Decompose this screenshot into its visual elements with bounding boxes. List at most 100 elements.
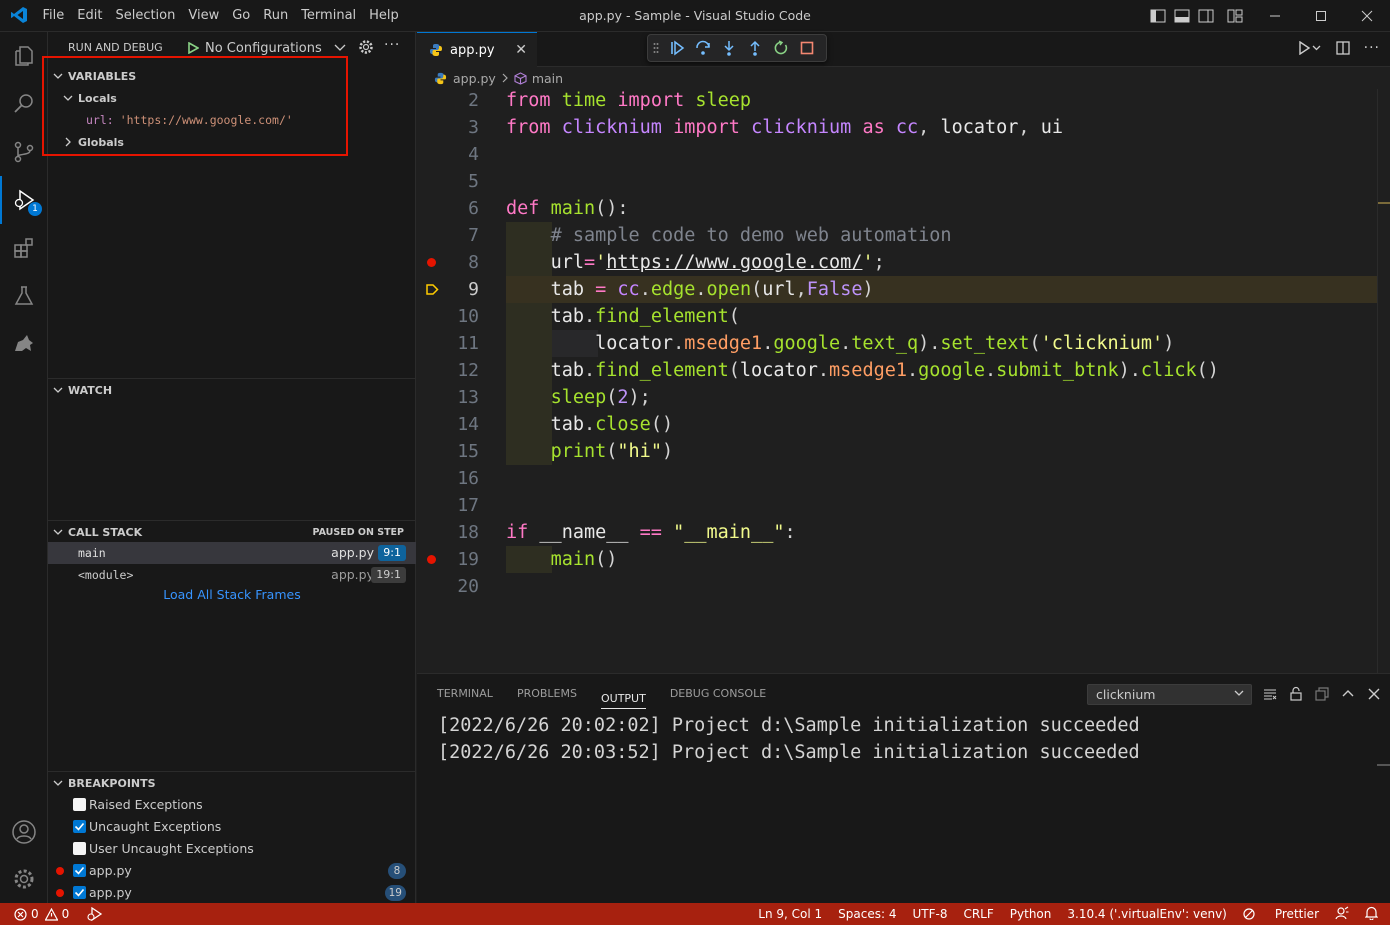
- close-panel-icon[interactable]: [1367, 687, 1381, 701]
- watch-section-header[interactable]: WATCH: [48, 379, 416, 401]
- menu-selection[interactable]: Selection: [109, 0, 182, 32]
- toggle-primary-sidebar-icon[interactable]: [1146, 0, 1170, 32]
- step-over-icon[interactable]: [690, 35, 716, 61]
- error-icon[interactable]: [14, 907, 27, 921]
- code-line: 16: [417, 465, 1377, 492]
- breadcrumb-file[interactable]: app.py: [453, 71, 496, 86]
- stack-frame[interactable]: <module> app.py 19:1: [48, 564, 416, 586]
- maximize-icon[interactable]: [1298, 0, 1344, 32]
- editor-scrollbar[interactable]: [1377, 89, 1390, 673]
- search-icon[interactable]: [0, 80, 48, 128]
- tab-terminal[interactable]: TERMINAL: [437, 674, 493, 714]
- lock-scroll-icon[interactable]: [1289, 686, 1303, 701]
- maximize-panel-icon[interactable]: [1341, 687, 1355, 701]
- code-line: 2 from time import sleep: [417, 89, 1377, 114]
- step-out-icon[interactable]: [742, 35, 768, 61]
- extensions-icon[interactable]: [0, 224, 48, 272]
- debug-badge: 1: [28, 202, 42, 216]
- menu-view[interactable]: View: [182, 0, 226, 32]
- code-line: 8 url='https://www.google.com/';: [417, 249, 1377, 276]
- customize-layout-icon[interactable]: [1218, 0, 1252, 32]
- menu-help[interactable]: Help: [363, 0, 406, 32]
- notifications-bell-icon[interactable]: [1364, 906, 1379, 923]
- python-interpreter[interactable]: 3.10.4 ('.virtualEnv': venv): [1067, 907, 1226, 921]
- encoding[interactable]: UTF-8: [912, 907, 947, 921]
- close-tab-icon[interactable]: ✕: [515, 42, 527, 58]
- end-of-line[interactable]: CRLF: [963, 907, 993, 921]
- run-python-file-icon[interactable]: [1298, 41, 1322, 55]
- explorer-icon[interactable]: [0, 32, 48, 80]
- minimize-icon[interactable]: [1252, 0, 1298, 32]
- checkbox-checked[interactable]: [73, 886, 86, 899]
- breadcrumb-symbol[interactable]: main: [532, 71, 563, 86]
- menu-go[interactable]: Go: [226, 0, 257, 32]
- breakpoints-section-header[interactable]: BREAKPOINTS: [48, 772, 416, 794]
- stack-frame[interactable]: main app.py 9:1: [48, 542, 416, 564]
- warning-icon[interactable]: [44, 907, 58, 921]
- breakpoint-user-uncaught-exceptions[interactable]: User Uncaught Exceptions: [48, 838, 416, 860]
- testing-icon[interactable]: [0, 272, 48, 320]
- load-all-stack-frames-link[interactable]: Load All Stack Frames: [48, 587, 416, 602]
- source-control-icon[interactable]: [0, 128, 48, 176]
- checkbox-unchecked[interactable]: [73, 842, 86, 855]
- menu-file[interactable]: File: [36, 0, 71, 32]
- toggle-secondary-sidebar-icon[interactable]: [1194, 0, 1218, 32]
- clear-output-icon[interactable]: [1263, 687, 1277, 701]
- launch-config-dropdown[interactable]: No Configurations: [187, 39, 347, 57]
- debug-session-icon[interactable]: [87, 907, 103, 921]
- menu-terminal[interactable]: Terminal: [295, 0, 363, 32]
- toggle-panel-icon[interactable]: [1170, 0, 1194, 32]
- clicknium-extension-icon[interactable]: [0, 320, 48, 368]
- more-actions-icon[interactable]: ···: [1364, 40, 1380, 56]
- breakpoint-dot-icon[interactable]: [427, 555, 436, 564]
- step-into-icon[interactable]: [716, 35, 742, 61]
- chevron-down-icon: [58, 94, 78, 102]
- code-line: 7 # sample code to demo web automation: [417, 222, 1377, 249]
- menu-run[interactable]: Run: [257, 0, 295, 32]
- open-launch-json-gear-icon[interactable]: [358, 39, 374, 55]
- start-debugging-icon[interactable]: [187, 42, 199, 54]
- tab-problems[interactable]: PROBLEMS: [517, 674, 577, 714]
- tab-label: app.py: [450, 42, 495, 58]
- checkbox-unchecked[interactable]: [73, 798, 86, 811]
- drag-handle-icon[interactable]: [648, 35, 664, 61]
- code-line-current: 9 tab = cc.edge.open(url,False): [417, 276, 1377, 303]
- globals-scope[interactable]: Globals: [48, 131, 416, 153]
- run-and-debug-icon[interactable]: 1: [0, 176, 48, 224]
- output-channel-select[interactable]: clicknium: [1087, 684, 1252, 705]
- tab-debug-console[interactable]: DEBUG CONSOLE: [670, 674, 766, 714]
- breakpoint-dot-icon[interactable]: [427, 258, 436, 267]
- tab-output[interactable]: OUTPUT: [600, 679, 646, 709]
- line-number: 20: [457, 576, 479, 597]
- feedback-icon[interactable]: [1335, 906, 1349, 923]
- locals-scope[interactable]: Locals: [48, 87, 416, 109]
- tab-app-py[interactable]: app.py ✕: [417, 32, 537, 67]
- variables-section-header[interactable]: VARIABLES: [48, 65, 416, 87]
- breakpoint-app-line-19[interactable]: app.py 19: [48, 882, 416, 904]
- manage-gear-icon[interactable]: [0, 855, 48, 903]
- accounts-icon[interactable]: [0, 808, 48, 856]
- language-mode[interactable]: Python: [1010, 907, 1052, 921]
- code-editor[interactable]: 2 from time import sleep 3 from clickniu…: [417, 89, 1390, 673]
- split-editor-icon[interactable]: [1335, 41, 1350, 55]
- prettier-status[interactable]: Prettier: [1243, 907, 1319, 921]
- warning-count[interactable]: 0: [62, 907, 70, 921]
- continue-icon[interactable]: [664, 35, 690, 61]
- more-actions-icon[interactable]: ···: [384, 37, 400, 53]
- indentation[interactable]: Spaces: 4: [838, 907, 896, 921]
- breakpoint-raised-exceptions[interactable]: Raised Exceptions: [48, 794, 416, 816]
- checkbox-checked[interactable]: [73, 864, 86, 877]
- variable-url[interactable]: url: 'https://www.google.com/': [48, 109, 416, 131]
- stop-icon[interactable]: [794, 35, 820, 61]
- cursor-position[interactable]: Ln 9, Col 1: [758, 907, 822, 921]
- restart-icon[interactable]: [768, 35, 794, 61]
- open-log-file-icon[interactable]: [1315, 686, 1329, 701]
- menu-edit[interactable]: Edit: [71, 0, 109, 32]
- close-window-icon[interactable]: [1344, 0, 1390, 32]
- code-text: def main():: [506, 198, 629, 219]
- checkbox-checked[interactable]: [73, 820, 86, 833]
- breakpoint-uncaught-exceptions[interactable]: Uncaught Exceptions: [48, 816, 416, 838]
- breakpoint-app-line-8[interactable]: app.py 8: [48, 860, 416, 882]
- error-count[interactable]: 0: [31, 907, 39, 921]
- callstack-section-header[interactable]: CALL STACK PAUSED ON STEP: [48, 521, 416, 543]
